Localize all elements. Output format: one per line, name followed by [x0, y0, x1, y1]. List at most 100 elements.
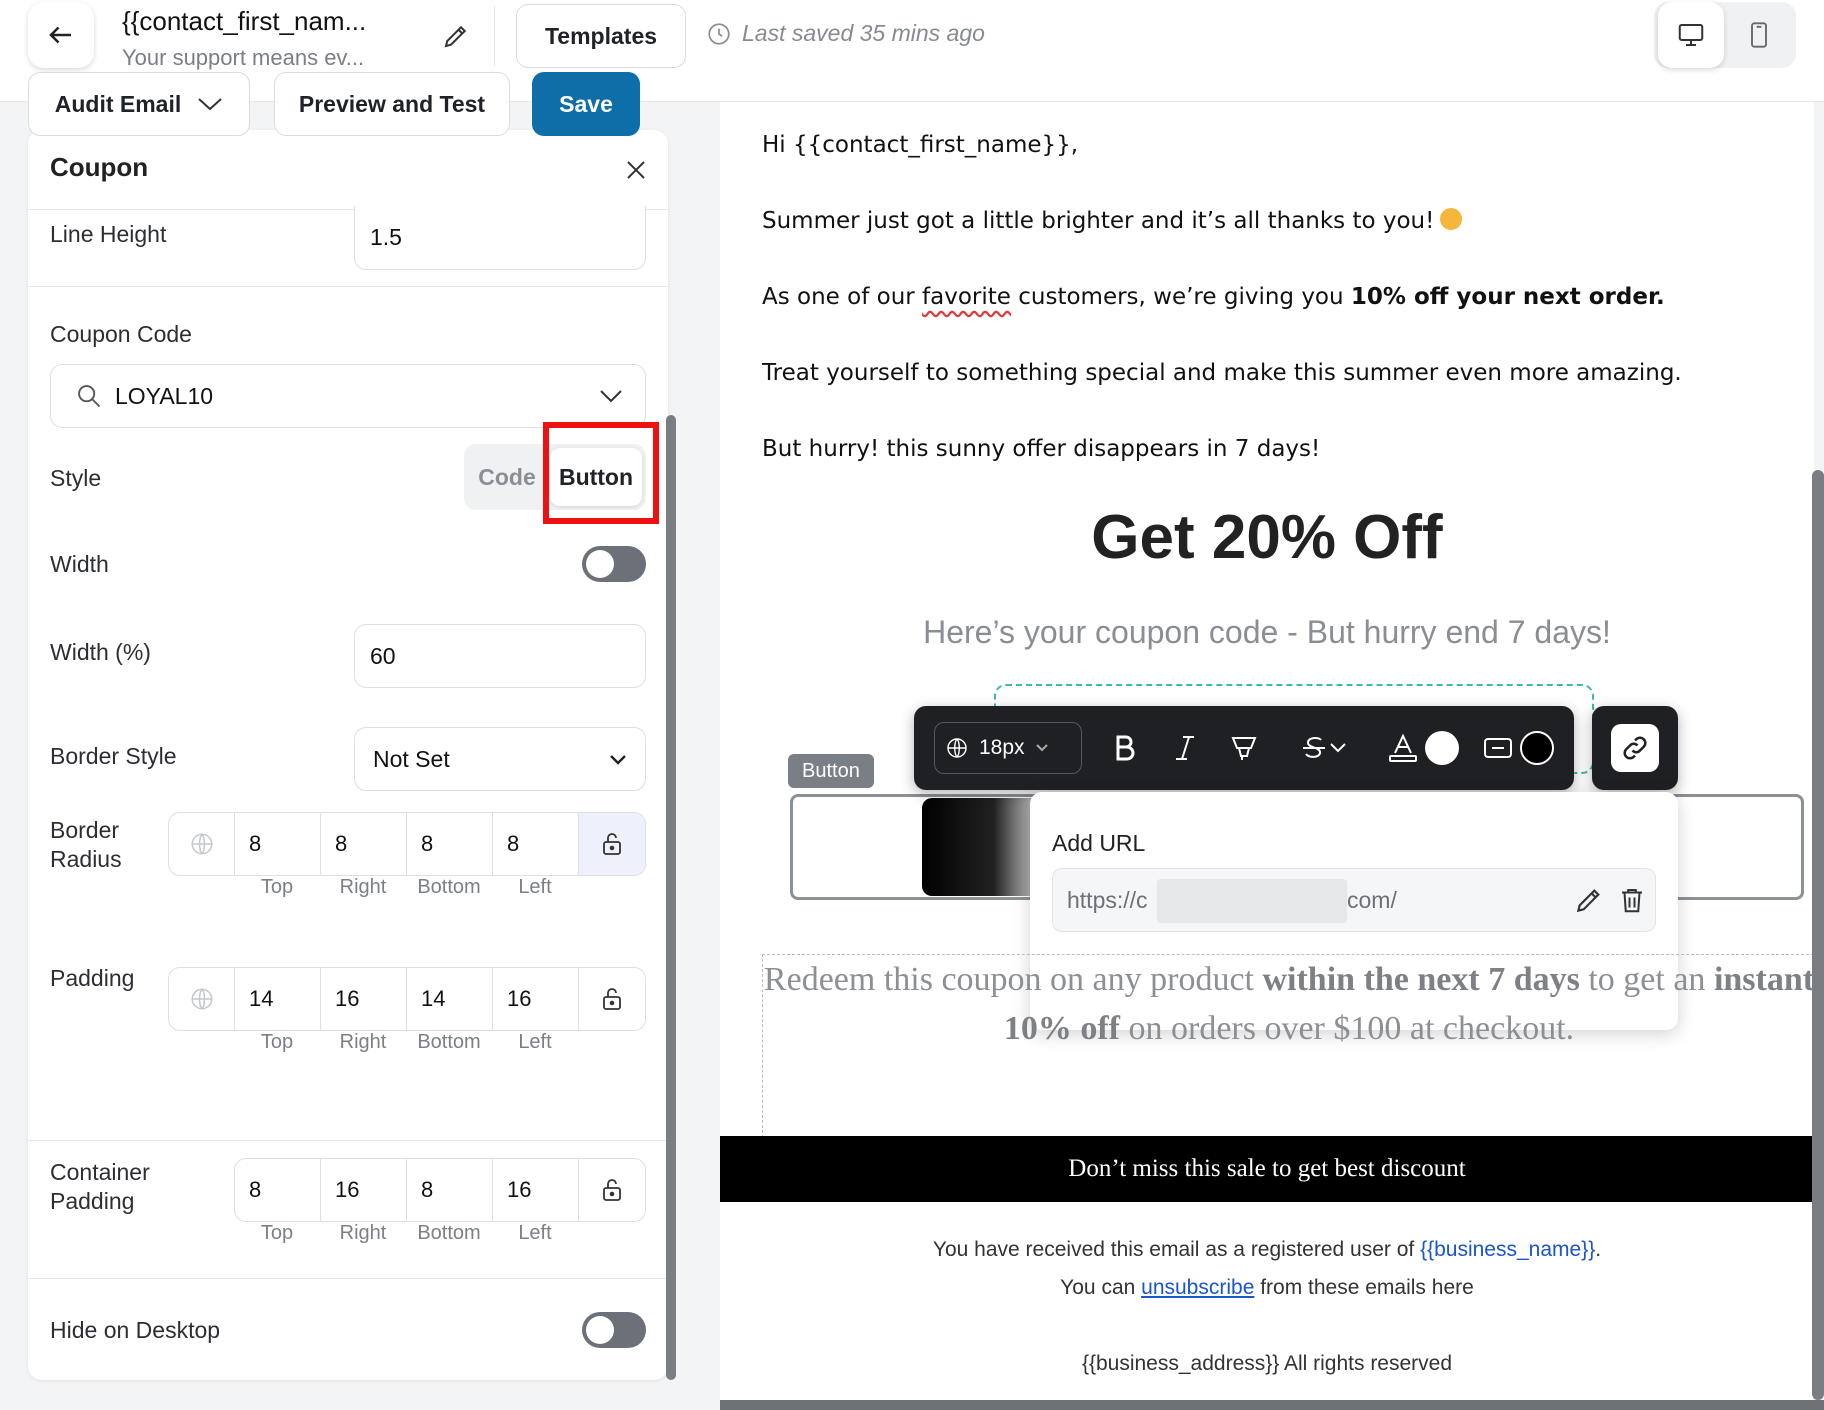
- link-button[interactable]: [1592, 706, 1678, 790]
- coupon-subheadline[interactable]: Here’s your coupon code - But hurry end …: [720, 614, 1814, 651]
- globe-icon: [947, 738, 967, 758]
- canvas-scrollbar[interactable]: [1812, 470, 1824, 1400]
- width-percent-label: Width (%): [50, 639, 151, 665]
- padding-lock-button[interactable]: [579, 968, 645, 1030]
- pencil-icon: [444, 25, 467, 48]
- email-paragraph-3[interactable]: Treat yourself to something special and …: [762, 360, 1682, 386]
- border-style-select[interactable]: Not Set: [354, 727, 646, 791]
- save-button[interactable]: Save: [532, 72, 640, 136]
- padding-left-input[interactable]: 16: [493, 968, 579, 1030]
- redacted-url-part: [1157, 879, 1347, 923]
- width-toggle[interactable]: [582, 546, 646, 582]
- panel-title: Coupon: [50, 152, 149, 182]
- border-radius-lock-button[interactable]: [579, 813, 645, 875]
- pencil-icon: [1576, 889, 1600, 913]
- unsubscribe-link[interactable]: unsubscribe: [1141, 1276, 1254, 1299]
- highlighter-icon: [1231, 737, 1257, 760]
- horizontal-scrollbar[interactable]: [720, 1400, 1824, 1410]
- container-padding-top-input[interactable]: 8: [235, 1159, 321, 1221]
- text-format-toolbar: 18px: [914, 706, 1574, 790]
- background-color-swatch: [1520, 731, 1554, 765]
- strikethrough-dropdown[interactable]: [1290, 728, 1356, 768]
- border-radius-label: Border Radius: [50, 817, 122, 872]
- close-panel-button[interactable]: [618, 152, 654, 188]
- chevron-down-icon: [610, 755, 626, 765]
- coupon-button[interactable]: [922, 798, 1042, 896]
- save-status-text: Last saved 35 mins ago: [742, 20, 985, 46]
- container-padding-bottom-input[interactable]: 8: [407, 1159, 493, 1221]
- email-subject: Your support means ev...: [122, 45, 365, 70]
- block-type-tag: Button: [788, 754, 874, 788]
- background-color-picker[interactable]: [1478, 728, 1558, 768]
- unlock-icon: [603, 833, 621, 855]
- url-suffix: com/: [1347, 887, 1397, 913]
- preview-and-test-button[interactable]: Preview and Test: [274, 72, 510, 136]
- highlight-annotation: [543, 422, 659, 524]
- container-padding-right-input[interactable]: 16: [321, 1159, 407, 1221]
- font-size-select[interactable]: 18px: [934, 722, 1082, 774]
- email-paragraph-4[interactable]: But hurry! this sunny offer disappears i…: [762, 436, 1320, 462]
- email-paragraph-1[interactable]: Summer just got a little brighter and it…: [762, 208, 1463, 234]
- templates-button[interactable]: Templates: [516, 4, 686, 68]
- back-button[interactable]: [28, 2, 94, 68]
- padding-top-input[interactable]: 14: [235, 968, 321, 1030]
- unlock-icon: [603, 988, 621, 1010]
- padding-bottom-input[interactable]: 14: [407, 968, 493, 1030]
- email-greeting[interactable]: Hi {{contact_first_name}},: [762, 132, 1078, 158]
- chevron-down-icon: [1330, 743, 1346, 753]
- line-height-input[interactable]: 1.5: [354, 206, 646, 270]
- save-status: Last saved 35 mins ago: [706, 20, 985, 47]
- container-padding-lock-button[interactable]: [579, 1159, 645, 1221]
- globe-icon[interactable]: [169, 813, 235, 875]
- border-radius-side-labels: Top Right Bottom Left: [260, 876, 552, 898]
- style-label: Style: [50, 465, 102, 491]
- border-radius-inputs: 8 8 8 8: [168, 812, 646, 876]
- email-title-block[interactable]: {{contact_first_nam... Your support mean…: [122, 6, 432, 71]
- url-input[interactable]: https://c com/: [1052, 868, 1656, 932]
- redeem-text-block[interactable]: Redeem this coupon on any product within…: [762, 954, 1814, 1138]
- device-toggle: [1654, 2, 1796, 68]
- panel-scrollbar[interactable]: [666, 415, 676, 1380]
- coupon-headline[interactable]: Get 20% Off: [720, 502, 1814, 573]
- panel-header: Coupon: [28, 130, 668, 210]
- container-padding-inputs: 8 16 8 16: [234, 1158, 646, 1222]
- style-option-code[interactable]: Code: [464, 444, 550, 510]
- bold-button[interactable]: [1108, 728, 1142, 768]
- desktop-view-button[interactable]: [1658, 2, 1724, 68]
- border-radius-left-input[interactable]: 8: [493, 813, 579, 875]
- unlock-icon: [603, 1179, 621, 1201]
- audit-email-dropdown[interactable]: Audit Email: [28, 72, 250, 136]
- coupon-code-select[interactable]: LOYAL10: [50, 364, 646, 428]
- redeem-text: Redeem this coupon on any product within…: [763, 961, 1815, 1047]
- width-percent-input[interactable]: 60: [354, 624, 646, 688]
- hide-on-desktop-toggle[interactable]: [582, 1312, 646, 1348]
- footer-unsubscribe-line: You can unsubscribe from these emails he…: [1060, 1276, 1474, 1299]
- mobile-view-button[interactable]: [1726, 2, 1792, 68]
- edit-title-button[interactable]: [436, 16, 476, 56]
- close-icon: [627, 161, 645, 179]
- border-radius-right-input[interactable]: 8: [321, 813, 407, 875]
- edit-url-button[interactable]: [1573, 883, 1605, 922]
- container-padding-left-input[interactable]: 16: [493, 1159, 579, 1221]
- padding-inputs: 14 16 14 16: [168, 967, 646, 1031]
- sale-banner[interactable]: Don’t miss this sale to get best discoun…: [720, 1136, 1814, 1202]
- globe-icon[interactable]: [169, 968, 235, 1030]
- border-style-value: Not Set: [373, 745, 450, 772]
- padding-right-input[interactable]: 16: [321, 968, 407, 1030]
- link-icon: [1623, 736, 1647, 760]
- highlight-button[interactable]: [1224, 728, 1264, 768]
- business-name-link[interactable]: {{business_name}}: [1420, 1238, 1595, 1261]
- container-padding-label: Container Padding: [50, 1159, 150, 1214]
- divider: [28, 1140, 668, 1141]
- chevron-down-icon: [1035, 744, 1048, 752]
- email-canvas: Hi {{contact_first_name}}, Summer just g…: [720, 102, 1814, 1410]
- text-color-picker[interactable]: [1386, 728, 1460, 768]
- italic-button[interactable]: [1168, 728, 1202, 768]
- border-radius-bottom-input[interactable]: 8: [407, 813, 493, 875]
- footer-registered-line: You have received this email as a regist…: [932, 1238, 1602, 1261]
- hide-on-desktop-label: Hide on Desktop: [50, 1317, 221, 1343]
- chevron-down-icon: [198, 98, 222, 111]
- border-radius-top-input[interactable]: 8: [235, 813, 321, 875]
- delete-url-button[interactable]: [1617, 883, 1647, 922]
- email-paragraph-2[interactable]: As one of our favorite customers, we’re …: [762, 284, 1665, 310]
